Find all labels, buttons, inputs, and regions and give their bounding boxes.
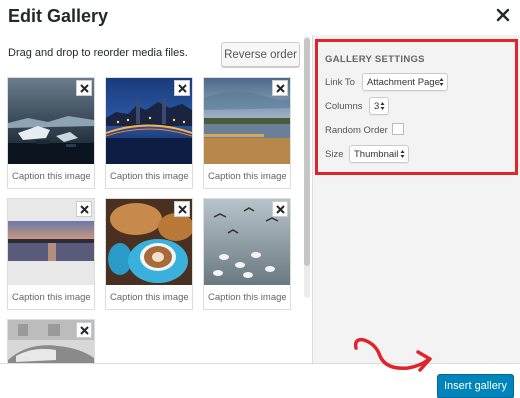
gallery-item[interactable]	[7, 198, 95, 310]
gallery-scrollbar[interactable]	[304, 36, 310, 298]
caption-input[interactable]	[208, 169, 286, 185]
close-icon[interactable]	[496, 8, 510, 22]
reverse-order-button[interactable]: Reverse order	[221, 42, 300, 67]
select-arrows-icon	[380, 102, 385, 110]
gallery-item[interactable]	[203, 198, 291, 310]
remove-image-icon[interactable]	[76, 201, 92, 217]
gallery-item[interactable]	[105, 198, 193, 310]
select-arrows-icon	[400, 150, 405, 158]
size-value: Thumbnail	[354, 148, 399, 160]
caption-input[interactable]	[12, 290, 90, 306]
columns-label: Columns	[325, 101, 363, 112]
remove-image-icon[interactable]	[272, 80, 288, 96]
scrollbar-thumb[interactable]	[304, 38, 310, 266]
curved-arrow-icon	[353, 337, 432, 372]
caption-input[interactable]	[12, 169, 90, 185]
caption-input[interactable]	[110, 290, 188, 306]
modal-title: Edit Gallery	[8, 6, 109, 26]
caption-input[interactable]	[110, 169, 188, 185]
size-select[interactable]: Thumbnail	[349, 145, 409, 163]
random-order-label: Random Order	[325, 125, 388, 136]
gallery-item[interactable]	[7, 77, 95, 189]
modal-header: Edit Gallery	[0, 0, 520, 35]
caption-input[interactable]	[208, 290, 286, 306]
gallery-item[interactable]	[203, 77, 291, 189]
gallery-item[interactable]	[7, 319, 95, 363]
remove-image-icon[interactable]	[174, 201, 190, 217]
remove-image-icon[interactable]	[174, 80, 190, 96]
columns-select[interactable]: 3	[369, 97, 389, 115]
remove-image-icon[interactable]	[272, 201, 288, 217]
select-arrows-icon	[439, 78, 444, 86]
edit-gallery-modal: Edit Gallery Drag and drop to reorder me…	[0, 0, 520, 398]
random-order-checkbox[interactable]	[392, 123, 404, 135]
remove-image-icon[interactable]	[76, 80, 92, 96]
link-to-value: Attachment Page	[367, 76, 440, 88]
link-to-label: Link To	[325, 77, 355, 88]
settings-title: GALLERY SETTINGS	[325, 54, 425, 65]
columns-value: 3	[374, 100, 380, 112]
insert-gallery-button[interactable]: Insert gallery	[437, 374, 514, 398]
reorder-hint: Drag and drop to reorder media files.	[8, 47, 188, 59]
gallery-item[interactable]	[105, 77, 193, 189]
remove-image-icon[interactable]	[76, 322, 92, 338]
size-label: Size	[325, 149, 344, 160]
link-to-select[interactable]: Attachment Page	[362, 73, 448, 91]
